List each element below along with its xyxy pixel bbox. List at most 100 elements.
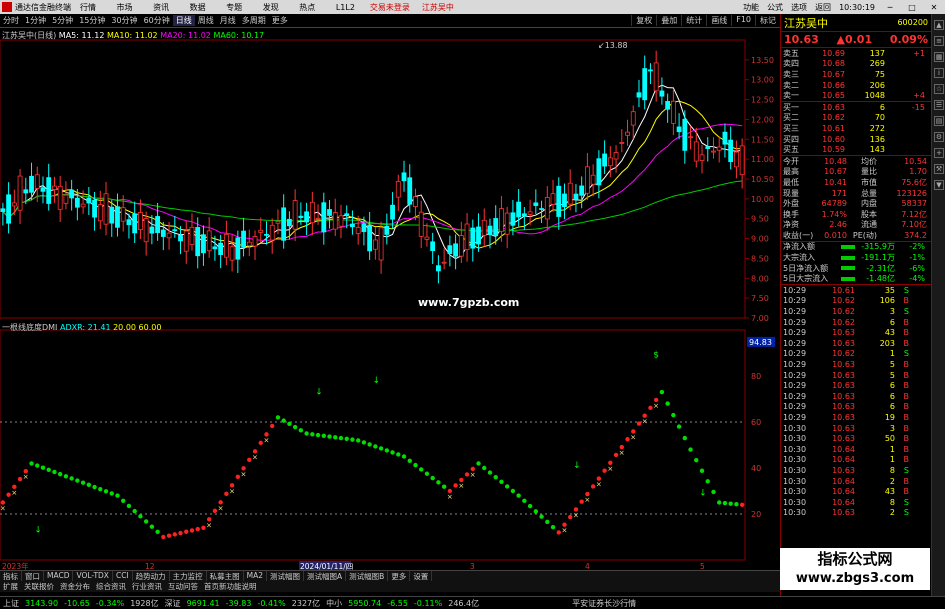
menu-item[interactable]: 发现 bbox=[263, 3, 279, 12]
func-menu[interactable]: 功能 bbox=[743, 2, 759, 13]
grid-icon[interactable]: ▤ bbox=[934, 116, 944, 126]
period-tab[interactable]: 月线 bbox=[217, 15, 239, 26]
zx-label[interactable]: 中小 bbox=[326, 598, 342, 609]
period-tab[interactable]: 分时 bbox=[0, 15, 22, 26]
draw-button[interactable]: 画线 bbox=[706, 15, 731, 26]
candle-body bbox=[648, 69, 653, 72]
back-menu[interactable]: 返回 bbox=[815, 2, 831, 13]
signal-mark: × bbox=[607, 465, 613, 473]
bid-row[interactable]: 买五 10.59 143 bbox=[781, 144, 931, 155]
period-tab[interactable]: 多周期 bbox=[239, 15, 269, 26]
info-tab[interactable]: 首页新功能说明 bbox=[201, 581, 260, 592]
candle-body bbox=[252, 236, 258, 247]
plus-icon[interactable]: + bbox=[934, 148, 944, 158]
indicator-tab[interactable]: 主力监控 bbox=[170, 571, 207, 581]
period-toolbar: 分时 1分钟 5分钟 15分钟 30分钟 60分钟 日线 周线 月线 多周期 更… bbox=[0, 14, 780, 28]
maximize-icon[interactable]: □ bbox=[905, 3, 919, 12]
period-tab[interactable]: 1分钟 bbox=[22, 15, 49, 26]
indicator-tab[interactable]: 窗口 bbox=[22, 571, 44, 581]
tick-price: 10.62 bbox=[832, 317, 855, 327]
indicator-tab[interactable]: 测试幅图 bbox=[267, 571, 305, 581]
menu-item[interactable]: 数据 bbox=[190, 3, 206, 12]
info-tab[interactable]: 资金分布 bbox=[57, 581, 93, 592]
period-tab[interactable]: 周线 bbox=[195, 15, 217, 26]
f10-button[interactable]: F10 bbox=[731, 15, 755, 26]
indicator-tab[interactable]: MA2 bbox=[244, 571, 268, 581]
minimize-icon[interactable]: ─ bbox=[883, 3, 897, 12]
indicator-tab[interactable]: 指标 bbox=[0, 571, 22, 581]
candle-body bbox=[361, 223, 367, 233]
info-tab[interactable]: 关联报价 bbox=[21, 581, 57, 592]
period-tab-daily[interactable]: 日线 bbox=[172, 15, 195, 26]
login-status[interactable]: 交易未登录 bbox=[370, 2, 410, 13]
info-tab[interactable]: 行业资讯 bbox=[129, 581, 165, 592]
menu-item[interactable]: 专题 bbox=[226, 3, 242, 12]
note-icon[interactable]: ≡ bbox=[934, 36, 944, 46]
candle-body bbox=[441, 261, 447, 264]
up-arrow-icon[interactable]: ▲ bbox=[934, 20, 944, 30]
sz-chg: -39.83 bbox=[225, 598, 252, 608]
close-icon[interactable]: ✕ bbox=[927, 3, 941, 12]
bid-row[interactable]: 买三 10.61 272 bbox=[781, 123, 931, 134]
indicator-tab[interactable]: 测试幅图B bbox=[346, 571, 389, 581]
indicator-tab[interactable]: CCI bbox=[113, 571, 133, 581]
info-tab[interactable]: 综合资讯 bbox=[93, 581, 129, 592]
indicator-tab[interactable]: 趋势动力 bbox=[133, 571, 170, 581]
indicator-dot bbox=[29, 461, 34, 466]
period-tab[interactable]: 60分钟 bbox=[141, 15, 173, 26]
menu-item[interactable]: 热点 bbox=[299, 3, 315, 12]
star-icon[interactable]: ☆ bbox=[934, 84, 944, 94]
ask-row[interactable]: 卖二 10.66 206 bbox=[781, 80, 931, 91]
ask-row[interactable]: 卖一 10.65 1048 +4 bbox=[781, 90, 931, 101]
stats-button[interactable]: 统计 bbox=[681, 15, 706, 26]
tools-icon[interactable]: ⚒ bbox=[934, 164, 944, 174]
menu-item[interactable]: L1L2 bbox=[336, 3, 355, 12]
indicator-tab[interactable]: 测试幅图A bbox=[304, 571, 347, 581]
period-tab[interactable]: 5分钟 bbox=[49, 15, 76, 26]
down-arrow-icon[interactable]: ▼ bbox=[934, 180, 944, 190]
period-tab[interactable]: 15分钟 bbox=[76, 15, 108, 26]
indicator-dot bbox=[682, 435, 688, 441]
tick-list[interactable]: 10:29 10.61 35 S 10:29 10.62 106 B 10:29 10.62 3 S 1… bbox=[781, 285, 931, 518]
info-tab[interactable]: 互动问答 bbox=[165, 581, 201, 592]
list-icon[interactable]: ☰ bbox=[934, 100, 944, 110]
adjust-button[interactable]: 复权 bbox=[631, 15, 656, 26]
chart-area[interactable]: 13.50 13.00 12.50 12.00 11.50 11.00 10.50 10.00… bbox=[0, 28, 780, 570]
stat-key: 换手 bbox=[783, 209, 799, 219]
ask-row[interactable]: 卖五 10.69 137 +1 bbox=[781, 48, 931, 59]
indicator-name[interactable]: 一根线底度DMI bbox=[2, 323, 57, 332]
info-tab[interactable]: 扩展 bbox=[0, 581, 21, 592]
period-tab[interactable]: 更多 bbox=[269, 15, 291, 26]
sz-label[interactable]: 深证 bbox=[165, 598, 181, 609]
candle-body bbox=[52, 185, 57, 190]
indicator-dot bbox=[613, 452, 619, 458]
candle-body bbox=[223, 233, 229, 258]
formula-menu[interactable]: 公式 bbox=[767, 2, 783, 13]
mark-button[interactable]: 标记 bbox=[755, 15, 780, 26]
info-icon[interactable]: i bbox=[934, 68, 944, 78]
settings-icon[interactable]: ⚙ bbox=[934, 132, 944, 142]
indicator-tab[interactable]: VOL-TDX bbox=[73, 571, 113, 581]
menu-item[interactable]: 市场 bbox=[117, 3, 133, 12]
indicator-tab[interactable]: MACD bbox=[44, 571, 74, 581]
title-stock: 江苏吴中 bbox=[421, 2, 454, 12]
indicator-dot bbox=[155, 529, 160, 535]
indicator-tab[interactable]: 更多 bbox=[388, 571, 411, 581]
indicator-tab[interactable]: 设置 bbox=[410, 571, 433, 581]
chart-icon[interactable]: ▦ bbox=[934, 52, 944, 62]
options-menu[interactable]: 选项 bbox=[791, 2, 807, 13]
menu-item[interactable]: 资讯 bbox=[153, 3, 169, 12]
indicator-dot bbox=[224, 491, 229, 497]
period-tab[interactable]: 30分钟 bbox=[108, 15, 140, 26]
bid-row[interactable]: 买一 10.63 6 -15 bbox=[781, 102, 931, 113]
bid-row[interactable]: 买四 10.60 136 bbox=[781, 134, 931, 145]
indicator-tab[interactable]: 私募主图 bbox=[207, 571, 244, 581]
stat-key: 内盘 bbox=[861, 199, 877, 209]
ask-row[interactable]: 卖三 10.67 75 bbox=[781, 69, 931, 80]
ask-row[interactable]: 卖四 10.68 269 bbox=[781, 59, 931, 70]
overlay-button[interactable]: 叠加 bbox=[656, 15, 681, 26]
bid-row[interactable]: 买二 10.62 70 bbox=[781, 113, 931, 124]
candle-body bbox=[670, 100, 676, 124]
sh-label[interactable]: 上证 bbox=[3, 598, 19, 609]
menu-item[interactable]: 行情 bbox=[80, 3, 96, 12]
